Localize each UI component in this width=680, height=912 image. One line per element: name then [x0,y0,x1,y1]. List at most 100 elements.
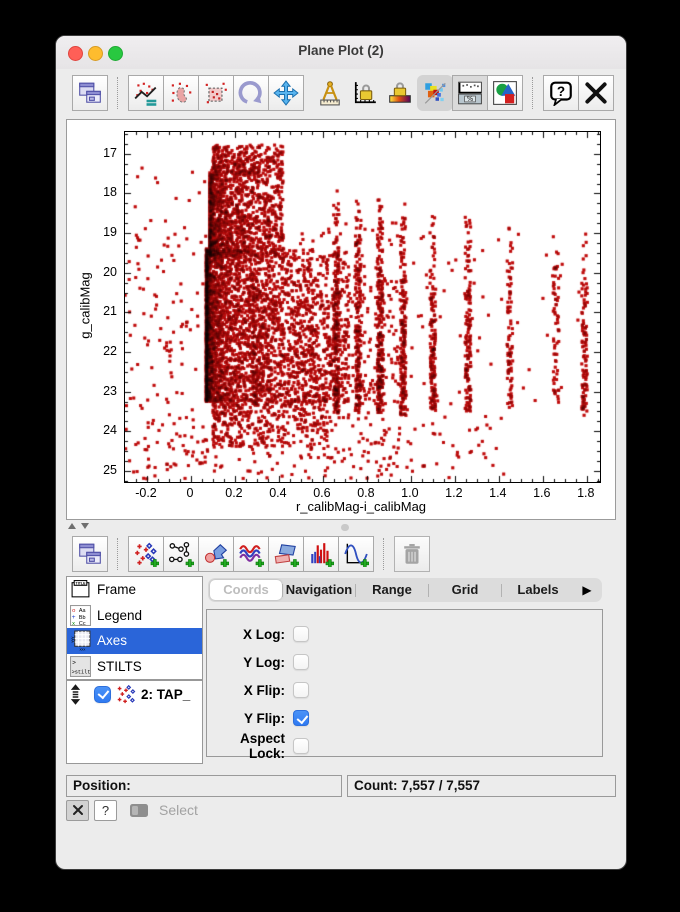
blob-subset-icon [171,82,192,103]
svg-text:+: + [72,614,76,621]
help-icon: ? [550,81,572,106]
svg-text:Aa: Aa [79,608,87,614]
window-control-button[interactable] [72,536,108,572]
count-readout: Count: 7,557 / 7,557 [347,775,616,797]
export-plot-icon [493,81,517,105]
add-function-layer-icon [344,543,369,567]
tree-item-label: Axes [97,633,128,649]
svg-text:>: > [72,659,76,666]
y-tick-label: 25 [103,462,117,477]
x-tick-label: 0.8 [357,486,375,500]
show-progress-icon: % [458,81,482,105]
svg-text:?: ? [557,84,565,99]
tree-item-label: Legend [97,607,143,623]
window-control-icon [79,543,101,564]
titlebar: Plane Plot (2) [56,36,626,69]
y-flip-label: Y Flip: [243,710,285,726]
svg-text:%: % [467,94,474,103]
y-axis-title: g_calibMag [77,272,93,339]
add-quad-layer-button[interactable] [268,536,304,572]
tab-coords[interactable]: Coords [210,580,282,600]
tree-item-legend[interactable]: o Aa + Bb x Cc Legend [67,603,202,629]
stilts-icon: > >stilts [70,655,91,677]
trash-icon [404,544,420,564]
progress-button[interactable]: % [452,75,488,111]
x-tick-label: 0 [186,486,194,500]
blob-subset-button[interactable] [163,75,199,111]
add-xyshape-layer-icon [204,544,229,567]
replot-button[interactable] [233,75,269,111]
add-spectrogram-layer-icon [239,545,264,567]
toolbar-separator [532,77,534,109]
x-tick-label: 1.8 [577,486,595,500]
tab-labels[interactable]: Labels [502,580,574,600]
y-log-checkbox[interactable] [293,654,309,670]
reorder-updown-icon[interactable] [69,683,82,706]
add-scatter-layer-button[interactable] [128,536,164,572]
add-scatter-layer-icon [135,542,159,567]
pan-button[interactable] [268,75,304,111]
plot-panel: -0.2 0 0.2 0.4 0.6 0.8 1.0 1.2 1.4 1.6 1.8 17 18 19 20… [66,119,616,520]
splitter-arrows[interactable] [68,523,89,529]
add-histogram-layer-button[interactable] [303,536,339,572]
add-function-layer-button[interactable] [338,536,374,572]
plane-plot-window: Plane Plot (2) % ? -0.2 0 0.2 0.4 0.6 0.… [55,35,627,870]
export-button[interactable] [487,75,523,111]
x-tick-label: 1.6 [533,486,551,500]
tree-item-stilts[interactable]: > >stilts STILTS [67,654,202,680]
box-subset-icon [205,82,227,104]
add-xyshape-layer-button[interactable] [198,536,234,572]
footer-help-button[interactable]: ? [94,799,117,821]
window-control-button[interactable] [72,75,108,111]
splitter-collapse-up-icon[interactable] [68,523,76,529]
help-button[interactable]: ? [543,75,579,111]
svg-text:x: x [72,621,75,626]
box-subset-button[interactable] [198,75,234,111]
clear-selection-button[interactable] [66,799,89,821]
x-log-label: X Log: [243,626,285,642]
y-tick-label: 23 [103,383,117,398]
lock-aux-button[interactable] [382,75,418,111]
splitter-collapse-down-icon[interactable] [81,523,89,529]
x-tick-label: 1.0 [401,486,419,500]
pan-icon [273,80,299,106]
y-tick-label: 18 [103,185,117,200]
more-tabs-arrow-icon[interactable]: ▶ [574,583,600,597]
control-tree: TITLE Frame o Aa + Bb x Cc Legend xxx yyy Axes… [66,576,203,680]
add-spectrogram-layer-button[interactable] [233,536,269,572]
x-tick-label: 0.2 [225,486,243,500]
tab-navigation[interactable]: Navigation [283,580,355,600]
tab-grid[interactable]: Grid [429,580,501,600]
x-tick-label: 1.2 [445,486,463,500]
select-label: Select [159,802,198,818]
svg-text:Bb: Bb [79,615,86,621]
tab-range[interactable]: Range [356,580,428,600]
x-flip-checkbox[interactable] [293,682,309,698]
aspect-lock-checkbox[interactable] [293,738,309,754]
layer-row[interactable]: 2: TAP_ [67,681,202,707]
tree-item-label: STILTS [97,658,142,674]
y-flip-checkbox[interactable] [293,710,309,726]
add-pair-layer-button[interactable] [163,536,199,572]
tree-item-frame[interactable]: TITLE Frame [67,577,202,603]
delete-layer-button[interactable] [394,536,430,572]
rescale-button[interactable] [128,75,164,111]
sketch-button[interactable] [417,75,453,111]
y-tick-label: 17 [103,145,117,160]
scatter-canvas[interactable] [125,132,600,482]
window-control-icon [79,82,101,103]
lock-aux-range-icon [389,82,411,103]
toolbar-separator [117,77,119,109]
add-histogram-layer-icon [311,543,334,567]
lock-axes-button[interactable] [347,75,383,111]
splitter-grip[interactable] [341,524,349,531]
x-tick-label: 0.6 [313,486,331,500]
close-button[interactable] [578,75,614,111]
layer-visibility-checkbox[interactable] [94,685,111,703]
x-log-checkbox[interactable] [293,626,309,642]
tree-item-axes[interactable]: xxx yyy Axes [67,628,202,654]
splitter-bar[interactable] [56,521,626,533]
footer-bar: ? Select [66,798,198,822]
y-log-label: Y Log: [243,654,285,670]
measure-button[interactable] [312,75,348,111]
